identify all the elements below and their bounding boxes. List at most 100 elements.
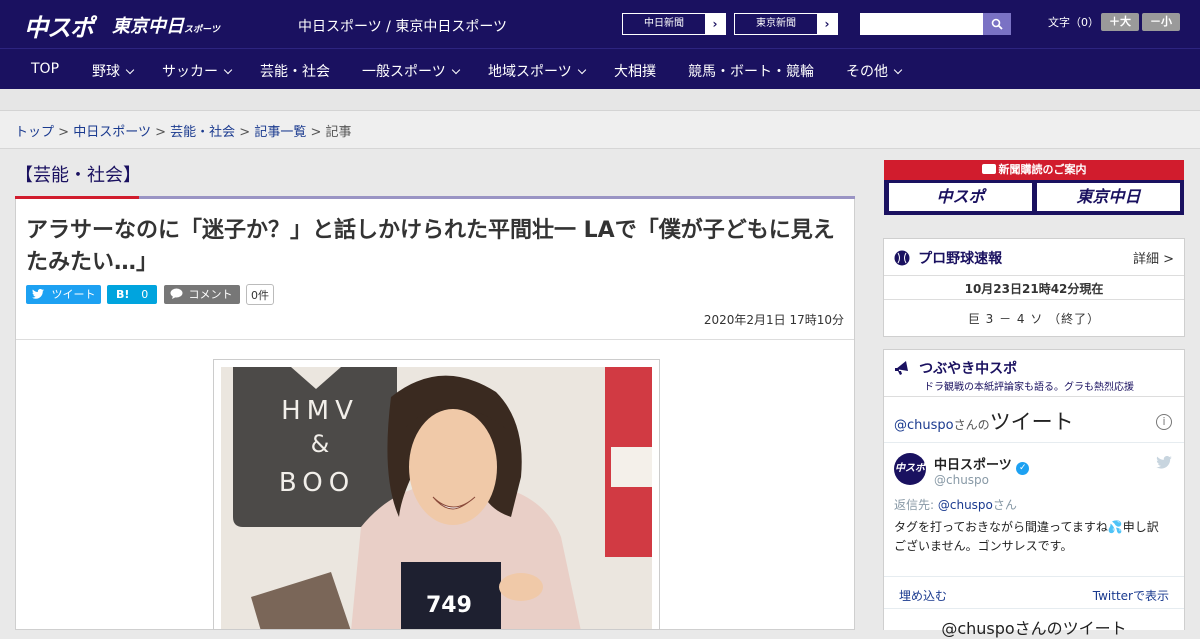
baseball-score[interactable]: 巨 3 － 4 ソ （終了） xyxy=(884,310,1184,327)
divider xyxy=(884,608,1184,609)
tweet-reply-to: 返信先: @chuspoさん xyxy=(894,496,1017,513)
embed-link[interactable]: 埋め込む xyxy=(899,587,947,604)
avatar[interactable]: 中スポ xyxy=(894,453,926,485)
nav-racing[interactable]: 競馬・ボート・競輪 xyxy=(688,61,814,81)
baseball-title: プロ野球速報 xyxy=(918,251,1003,267)
article-photo-frame: HMV & BOO 749 xyxy=(213,359,660,630)
timeline-handle[interactable]: @chuspo xyxy=(894,418,954,433)
breadcrumb-article-list[interactable]: 記事一覧 xyxy=(254,125,306,140)
footer-handle: @chuspo xyxy=(941,619,1015,638)
search-icon xyxy=(991,18,1003,30)
baseball-header: プロ野球速報 xyxy=(894,248,1002,268)
breadcrumb-top[interactable]: トップ xyxy=(15,125,54,140)
nav-soccer[interactable]: サッカー xyxy=(162,61,233,81)
nav-label: 一般スポーツ xyxy=(362,64,446,80)
footer-suffix: さんのツイート xyxy=(1014,619,1127,638)
nav-general-sports[interactable]: 一般スポーツ xyxy=(362,61,460,81)
hatena-icon: B! xyxy=(116,288,130,301)
tokyo-shimbun-link[interactable]: 東京新聞 › xyxy=(734,13,838,35)
divider xyxy=(884,275,1184,276)
baseball-update-time: 10月23日21時42分現在 xyxy=(964,282,1104,296)
nav-top[interactable]: TOP xyxy=(31,61,59,77)
megaphone-icon xyxy=(895,361,908,375)
tweet-body-line1: タグを打っておきながら間違ってますね xyxy=(894,520,1108,534)
nav-regional-sports[interactable]: 地域スポーツ xyxy=(488,61,586,81)
breadcrumb-chunichi-sports[interactable]: 中日スポーツ xyxy=(73,125,151,140)
nav-label: 競馬・ボート・競輪 xyxy=(688,64,814,80)
chuspo-logo[interactable]: 中スポ xyxy=(24,8,94,43)
subscribe-tokyo-chunichi-button[interactable]: 東京中日 xyxy=(1036,182,1181,212)
article-title: アラサーなのに「迷子か？」と話しかけられた平間壮一 LAで「僕が子どもに見えたみ… xyxy=(26,218,835,275)
tweets-box: つぶやき中スポ ドラ観戦の本紙評論家も語る。グラも熱烈応援 @chuspoさんの… xyxy=(883,349,1185,638)
chunichi-shimbun-link[interactable]: 中日新聞 › xyxy=(622,13,726,35)
baseball-icon xyxy=(894,250,910,266)
sub-band xyxy=(0,89,1200,111)
twitter-bird-icon[interactable] xyxy=(1156,456,1172,469)
divider xyxy=(16,339,854,340)
chevron-down-icon xyxy=(451,65,460,75)
sign-books: BOO xyxy=(279,468,355,498)
reply-to-label: 返信先: xyxy=(894,498,935,512)
text-size-up-button[interactable]: ＋大 xyxy=(1101,13,1139,31)
nav-label: その他 xyxy=(846,64,888,80)
account-name-text: 中日スポーツ xyxy=(934,458,1012,473)
ad-title-text: 新聞購読のご案内 xyxy=(998,163,1087,176)
tweets-subtitle: ドラ観戦の本紙評論家も語る。グラも熱烈応援 xyxy=(924,382,1134,393)
nav-other[interactable]: その他 xyxy=(846,61,903,81)
category-heading: 【芸能・社会】 xyxy=(15,165,141,186)
tweet-account-handle[interactable]: @chuspo xyxy=(934,473,989,487)
tweet-label: ツイート xyxy=(51,288,96,301)
subscription-ad-title[interactable]: 新聞購読のご案内 xyxy=(884,160,1184,180)
tweet-button[interactable]: ツイート xyxy=(26,285,101,304)
subscribe-chuspo-button[interactable]: 中スポ xyxy=(888,182,1033,212)
verified-badge-icon: ✓ xyxy=(1016,462,1030,475)
photo-illustration: HMV & BOO 749 xyxy=(221,367,652,629)
article-photo[interactable]: HMV & BOO 749 xyxy=(221,367,652,629)
comment-label: コメント xyxy=(188,288,233,301)
tokyo-logo-text: 東京中日 xyxy=(112,16,184,37)
nav-label: TOP xyxy=(31,61,60,77)
baseball-detail-link[interactable]: 詳細 > xyxy=(1133,248,1174,267)
timeline-handle-suffix: さんの xyxy=(953,418,990,432)
text-size-label: 文字（0） xyxy=(1048,16,1099,29)
hatena-bookmark-button[interactable]: B! 0 xyxy=(107,285,157,304)
chevron-down-icon xyxy=(577,65,586,75)
divider xyxy=(884,299,1184,300)
tweets-title: つぶやき中スポ xyxy=(919,361,1018,377)
comment-count: 0件 xyxy=(246,284,274,305)
search-input[interactable] xyxy=(860,13,983,35)
tweet-account-name[interactable]: 中日スポーツ ✓ xyxy=(934,454,1030,475)
tweets-header: つぶやき中スポ xyxy=(894,358,1017,378)
chevron-down-icon xyxy=(125,65,135,75)
breadcrumb-separator: > xyxy=(58,125,70,140)
breadcrumb-entertainment[interactable]: 芸能・社会 xyxy=(170,125,235,140)
search-button[interactable] xyxy=(983,13,1011,35)
sweat-emoji-icon: 💦 xyxy=(1107,520,1123,534)
publish-date: 2020年2月1日 17時10分 xyxy=(703,313,844,327)
view-on-twitter-link[interactable]: Twitterで表示 xyxy=(1093,587,1169,604)
speech-bubble-icon xyxy=(170,288,183,299)
reply-to-handle[interactable]: @chuspo xyxy=(938,498,993,512)
timeline-footer-link[interactable]: @chuspoさんのツイート xyxy=(884,615,1184,639)
sign-amp: & xyxy=(311,430,330,458)
link-label: 東京新聞 xyxy=(756,18,796,29)
nav-baseball[interactable]: 野球 xyxy=(92,61,135,81)
comment-button[interactable]: コメント xyxy=(164,285,240,304)
divider xyxy=(884,396,1184,397)
text-size-down-button[interactable]: －小 xyxy=(1142,13,1180,31)
site-title[interactable]: 中日スポーツ / 東京中日スポーツ xyxy=(298,16,507,36)
nav-sumo[interactable]: 大相撲 xyxy=(614,61,656,81)
tokyo-chunichi-logo[interactable]: 東京中日スポーツ xyxy=(112,12,220,38)
chevron-right-icon: › xyxy=(817,14,837,34)
chevron-down-icon xyxy=(893,65,903,75)
info-icon[interactable]: i xyxy=(1156,414,1172,430)
tweet-body-line1-end: 申し訳 xyxy=(1122,520,1159,534)
book-number: 749 xyxy=(426,593,472,618)
nav-entertainment[interactable]: 芸能・社会 xyxy=(260,61,330,81)
chevron-down-icon xyxy=(223,65,233,75)
divider xyxy=(884,576,1184,577)
tweet-body-line2: ございません。ゴンサレスです。 xyxy=(894,539,1073,553)
twitter-bird-icon xyxy=(32,288,44,299)
baseball-score-box: プロ野球速報 詳細 > 10月23日21時42分現在 巨 3 － 4 ソ （終了… xyxy=(883,238,1185,337)
nav-label: 野球 xyxy=(92,64,120,80)
